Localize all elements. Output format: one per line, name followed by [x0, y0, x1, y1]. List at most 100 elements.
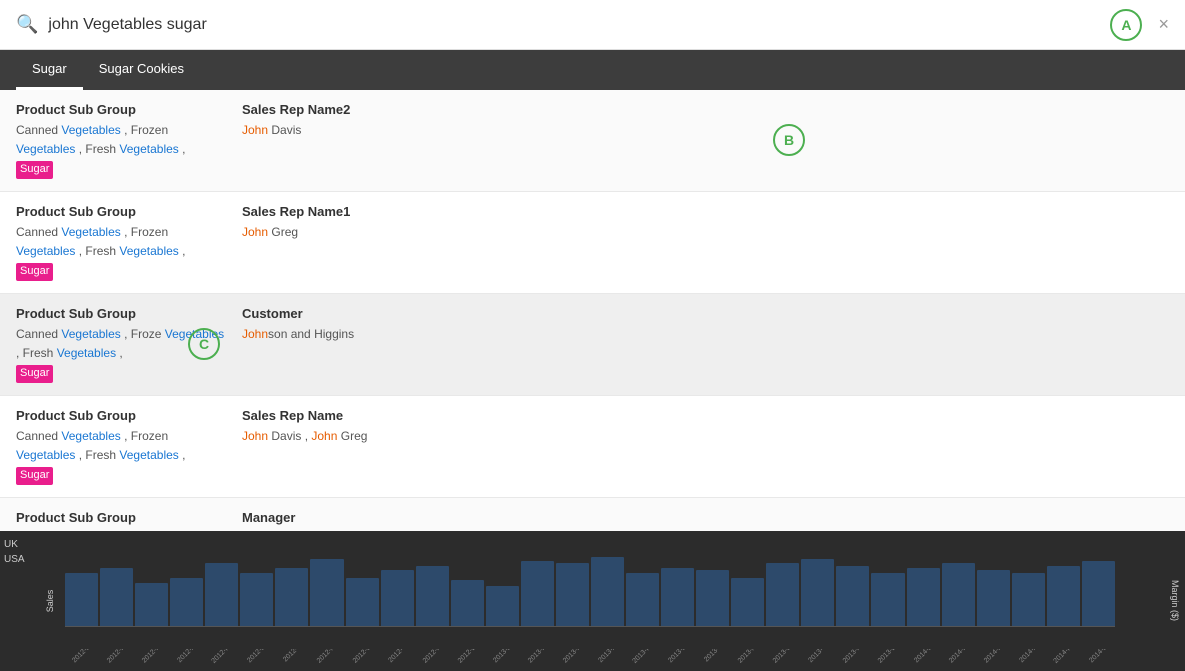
result-right-col: Sales Rep Name2 John Davis [226, 102, 1169, 140]
x-axis-label: 2013-May [631, 649, 669, 671]
tab-sugar-cookies[interactable]: Sugar Cookies [83, 50, 200, 90]
right-field-label: Manager [242, 510, 1169, 525]
chart-bar [801, 559, 834, 627]
chart-bar [135, 583, 168, 627]
x-axis-label: 2013-Jun [666, 649, 704, 671]
x-axis-label: 2012-Mar [140, 649, 178, 671]
x-axis-label: 2013-Jan [491, 649, 529, 671]
bars-container [65, 539, 1115, 627]
result-left-col: Product Sub Group Canned Vegetables , Fr… [16, 204, 226, 281]
chart-bar [275, 568, 308, 627]
chart-bar [556, 563, 589, 627]
field-label: Product Sub Group [16, 510, 226, 525]
result-row[interactable]: Product Sub Group Canned Vegetables , Fr… [0, 192, 1185, 294]
right-axis-label: Margin ($) [1170, 580, 1180, 621]
x-axis-label: 2013-Apr [596, 649, 634, 671]
right-field-values: John Davis [242, 121, 1169, 140]
result-left-col: Product Sub Group Canned Vegetables , Fr… [16, 510, 226, 531]
result-right-col: Customer Johnson and Higgins [226, 306, 1169, 344]
field-values: Canned Vegetables , Frozen Vegetables , … [16, 121, 226, 179]
badge-a: A [1110, 9, 1142, 41]
right-field-values: John Greg [242, 223, 1169, 242]
chart-bar [696, 570, 729, 627]
search-bar: 🔍 A × [0, 0, 1185, 50]
x-axis-label: 2012-Jun [245, 649, 283, 671]
chart-bar [591, 557, 624, 627]
x-axis-label: 2014-Apr [1017, 649, 1055, 671]
x-axis-label: 2012-Oct [385, 649, 423, 671]
field-label: Product Sub Group [16, 102, 226, 117]
chart-bar [1047, 566, 1080, 627]
result-left-col: Product Sub Group Canned Vegetables , Fr… [16, 306, 226, 383]
field-label: Product Sub Group [16, 306, 226, 321]
chart-bar [907, 568, 940, 627]
chart-bar [871, 573, 904, 627]
result-left-col: Product Sub Group Canned Vegetables , Fr… [16, 408, 226, 485]
x-axis-label: 2013-Nov [841, 649, 879, 671]
chart-bar [205, 563, 238, 627]
result-row[interactable]: Product Sub Group Canned Vegetables , Fr… [0, 498, 1185, 531]
chart-bar [942, 563, 975, 627]
chart-bar [486, 586, 519, 627]
chart-bar [416, 566, 449, 627]
x-axis-label: 2014-Jan [911, 649, 949, 671]
search-icon: 🔍 [16, 14, 38, 35]
right-field-label: Sales Rep Name1 [242, 204, 1169, 219]
x-axis-label: 2014-Mar [981, 649, 1019, 671]
x-axis-label: 2012-May [210, 649, 248, 671]
field-label: Product Sub Group [16, 408, 226, 423]
chart-bar [1082, 561, 1115, 627]
chart-bar [381, 570, 414, 627]
x-axis-labels: 2012-Jan2012-Feb2012-Mar2012-Apr2012-May… [45, 649, 1165, 671]
result-left-col: Product Sub Group Canned Vegetables , Fr… [16, 102, 226, 179]
badge-c: C [188, 328, 220, 360]
chart-bar [766, 563, 799, 627]
result-right-col: Sales Rep Name John Davis , John Greg [226, 408, 1169, 446]
right-field-label: Customer [242, 306, 1169, 321]
x-axis-label: 2012-Apr [175, 649, 213, 671]
result-right-col: Manager John Davis , John Greg [226, 510, 1169, 531]
chart-bar [346, 578, 379, 627]
result-row[interactable]: Product Sub Group Canned Vegetables , Fr… [0, 396, 1185, 498]
chart-bar [1012, 573, 1045, 627]
x-axis-label: 2012-Dec [456, 649, 494, 671]
chart-bar [451, 580, 484, 627]
chart-area: UK USA Sales 2012-Jan2012-Feb2012-Mar201… [0, 531, 1185, 671]
chart-bar [100, 568, 133, 627]
x-axis-label: 2013-Feb [526, 649, 564, 671]
x-axis-label: 2013-Aug [736, 649, 774, 671]
chart-bar [65, 573, 98, 627]
x-axis-label: 2014-May [1052, 649, 1090, 671]
field-label: Product Sub Group [16, 204, 226, 219]
chart-label-usa: USA [4, 554, 41, 565]
result-row[interactable]: Product Sub Group Canned Vegetables , Fr… [0, 90, 1185, 192]
chart-bar [836, 566, 869, 627]
chart-bar [170, 578, 203, 627]
result-row[interactable]: Product Sub Group Canned Vegetables , Fr… [0, 294, 1185, 396]
x-axis-label: 2012-Feb [105, 649, 143, 671]
badge-b: B [773, 124, 805, 156]
search-input[interactable] [48, 16, 1100, 34]
field-values: Canned Vegetables , Frozen Vegetables , … [16, 427, 226, 485]
x-axis-label: 2013-Jul [701, 649, 739, 671]
close-button[interactable]: × [1158, 14, 1169, 35]
x-axis-label: 2012-Jan [70, 649, 108, 671]
chart-label-uk: UK [4, 539, 41, 550]
tab-sugar[interactable]: Sugar [16, 50, 83, 90]
x-axis-label: 2013-Sep [771, 649, 809, 671]
chart-bar [240, 573, 273, 627]
axis-zero-line [65, 626, 1115, 627]
result-right-col: Sales Rep Name1 John Greg [226, 204, 1169, 242]
x-axis-label: 2014-Jun [1087, 649, 1125, 671]
results-area: Product Sub Group Canned Vegetables , Fr… [0, 90, 1185, 531]
x-axis-label: 2013-Oct [806, 649, 844, 671]
right-field-values: John Davis , John Greg [242, 427, 1169, 446]
chart-bar [731, 578, 764, 627]
x-axis-label: 2012-Aug [315, 649, 353, 671]
x-axis-label: 2012-Nov [420, 649, 458, 671]
x-axis-label: 2012-Sep [350, 649, 388, 671]
x-axis-label: 2013-Mar [561, 649, 599, 671]
x-axis-label: 2013-Dec [876, 649, 914, 671]
right-field-label: Sales Rep Name2 [242, 102, 1169, 117]
chart-bar [977, 570, 1010, 627]
